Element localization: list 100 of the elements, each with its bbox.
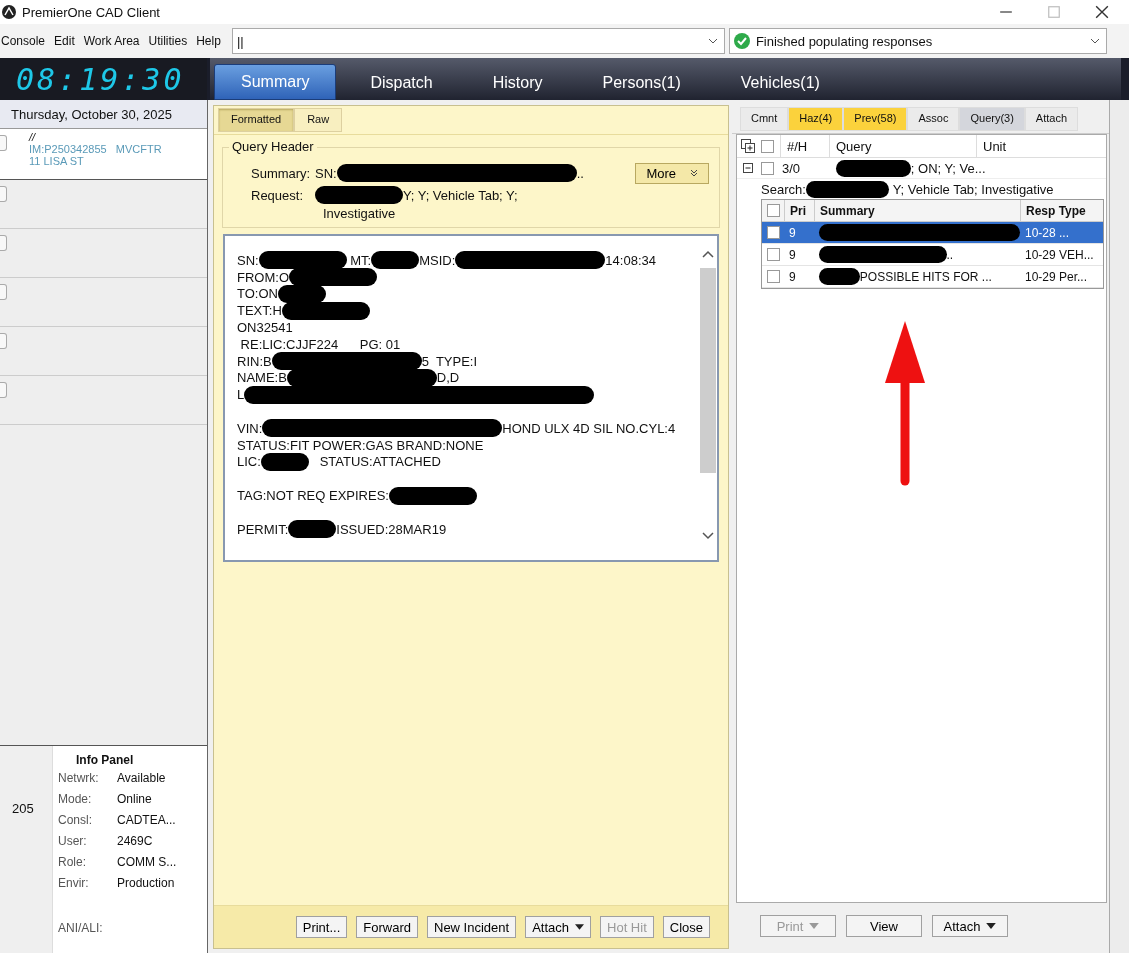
tab[interactable]: Summary [214, 64, 337, 100]
column-header[interactable]: Query [829, 135, 970, 157]
info-label: User: [58, 834, 88, 850]
checkbox[interactable] [761, 161, 774, 175]
response-text: SN: [237, 252, 259, 268]
response-text: TEXT:H [237, 303, 282, 319]
incident-row[interactable]: // IM:P250342855 MVCFTR 11 LISA ST [0, 129, 207, 180]
action-button[interactable]: Attach [525, 916, 591, 938]
chevron-down-icon[interactable] [702, 532, 714, 540]
response-text: TO:ON [237, 286, 278, 302]
action-button[interactable]: View [846, 915, 922, 937]
tab[interactable]: Dispatch [344, 66, 459, 100]
info-value: Online [117, 792, 152, 808]
table-cell-text: 9 [788, 225, 797, 240]
tab[interactable]: Persons(1) [576, 66, 707, 100]
menu-item[interactable]: Work Area [83, 34, 140, 48]
request-text: Y; Y; Vehicle Tab; Y; [403, 187, 518, 203]
info-label: Mode: [58, 792, 93, 808]
info-value: COMM S... [117, 855, 177, 871]
response-row[interactable]: 9 10-28 ... [762, 222, 1103, 244]
column-header[interactable]: Resp Type [1020, 200, 1086, 221]
scrollbar-thumb[interactable] [700, 267, 716, 473]
column-header[interactable]: Pri [784, 200, 814, 221]
window-title: PremierOne CAD Client [22, 4, 160, 20]
action-button[interactable]: Attach [932, 915, 1008, 937]
maximize-icon[interactable] [1047, 5, 1061, 19]
response-text: MT: [349, 252, 372, 268]
info-label: Envir: [58, 876, 90, 892]
redaction-mark [260, 452, 309, 471]
response-text: PERMIT: [237, 521, 289, 537]
info-value: 2469C [117, 834, 153, 850]
tab[interactable]: History [466, 66, 569, 100]
response-text: FROM:O [237, 269, 289, 285]
request-text: Investigative [323, 206, 397, 221]
info-label: Consl: [58, 813, 93, 829]
checkbox[interactable] [766, 270, 780, 283]
incident-address: 11 LISA ST [29, 155, 85, 167]
menu-item[interactable]: Edit [54, 34, 75, 48]
command-field[interactable]: || [231, 28, 725, 54]
column-header[interactable]: Summary [814, 200, 1020, 221]
view-tab[interactable]: Raw [294, 108, 343, 132]
chevron-down-icon [707, 38, 718, 44]
request-label: Request: [251, 187, 305, 203]
tab[interactable]: Prev(58) [843, 107, 908, 131]
view-tab[interactable]: Formatted [218, 108, 295, 132]
menu-item[interactable]: Utilities [148, 34, 188, 48]
redaction-mark [288, 520, 337, 539]
summary-label: Summary: [251, 165, 309, 181]
column-header[interactable]: Unit [976, 135, 1007, 157]
action-button[interactable]: Forward [356, 916, 418, 938]
menu-item[interactable]: Help [196, 34, 221, 48]
table-cell-text: 9 [788, 269, 797, 284]
checkbox[interactable] [766, 248, 780, 261]
tab[interactable]: Assoc [907, 107, 960, 131]
unit-count: 205 [12, 801, 34, 818]
menu-item[interactable]: Console [1, 34, 46, 48]
response-text: L [237, 387, 245, 403]
checkbox[interactable] [766, 226, 780, 239]
response-text: TAG:NOT REQ EXPIRES: [237, 488, 389, 504]
tab[interactable]: Cmnt [740, 107, 789, 131]
check-icon [733, 33, 750, 49]
info-panel-title: Info Panel [76, 753, 135, 767]
tab[interactable]: Query(3) [959, 107, 1025, 131]
response-text: VIN: [237, 420, 263, 436]
info-value: Production [117, 876, 175, 892]
response-text: LIC: [237, 454, 261, 470]
date-label: Thursday, October 30, 2025 [0, 100, 207, 129]
table-cell-text: 3/0 [782, 160, 802, 176]
response-text: ISSUED:28MAR19 [336, 521, 447, 537]
collapse-icon[interactable] [743, 163, 753, 173]
checkbox[interactable] [0, 135, 7, 151]
action-button[interactable]: Print... [295, 916, 348, 938]
tab[interactable]: Vehicles(1) [714, 66, 846, 100]
checkbox[interactable] [761, 139, 774, 153]
digital-clock: 08:19:30 [0, 58, 207, 100]
close-icon[interactable] [1095, 5, 1109, 19]
checkbox[interactable] [766, 204, 780, 217]
table-cell: POSSIBLE HITS FOR ... [859, 269, 992, 284]
response-text: HOND ULX 4D SIL NO.CYL:4 [502, 420, 676, 436]
action-button[interactable]: Close [662, 916, 710, 938]
action-button[interactable]: New Incident [427, 916, 517, 938]
response-row[interactable]: 9 POSSIBLE HITS FOR ... 10-29 Per... [762, 266, 1103, 288]
response-text: 14:08:34 [605, 252, 656, 268]
response-text: RE:LIC:CJJF224 PG: 01 [239, 336, 401, 352]
info-value: CADTEA... [117, 813, 176, 829]
group-title: Query Header [229, 139, 317, 154]
chevron-up-icon[interactable] [702, 250, 714, 258]
response-text: 5 TYPE:I [421, 353, 478, 369]
search-text: Search: [761, 181, 806, 197]
more-button[interactable]: More [635, 162, 709, 184]
status-field[interactable]: Finished populating responses [728, 28, 1107, 54]
expand-all-icon[interactable] [741, 139, 755, 153]
table-cell-text: 10-29 VEH... [1024, 247, 1094, 262]
table-cell: .. [946, 247, 954, 262]
tab[interactable]: Haz(4) [788, 107, 844, 131]
tab[interactable]: Attach [1024, 107, 1079, 131]
response-row[interactable]: 9 .. 10-29 VEH... [762, 244, 1103, 266]
info-label: Netwrk: [58, 771, 100, 787]
chevron-down-icon [1089, 38, 1100, 44]
column-header[interactable]: #/H [780, 135, 823, 157]
